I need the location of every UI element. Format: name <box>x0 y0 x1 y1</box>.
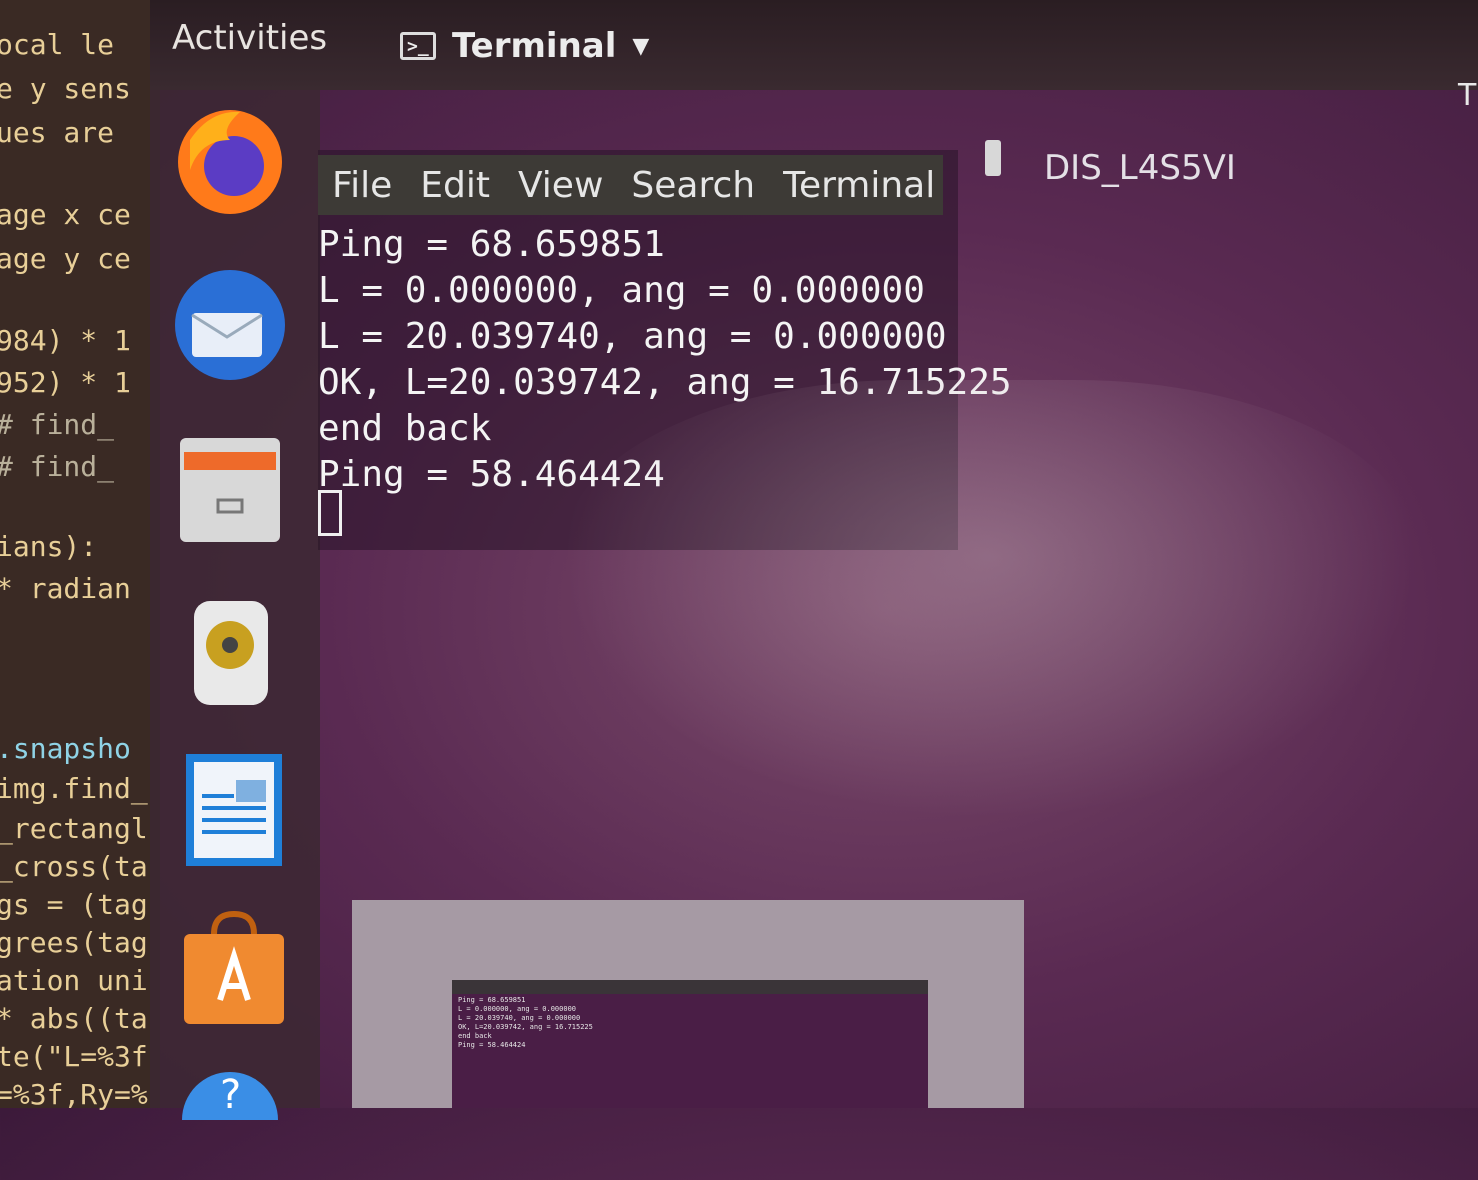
screen-reflection <box>560 380 1420 820</box>
top-bar <box>150 0 1478 90</box>
terminal-line: L = 20.039740, ang = 0.000000 <box>318 316 947 357</box>
code-editor-background: ocal le e y sens ues are age x ce age y ce 98… <box>0 0 160 1111</box>
terminal-menubar: File Edit View Search Terminal <box>318 155 943 215</box>
code-line: gs = (tag <box>0 888 148 921</box>
libreoffice-writer-icon[interactable] <box>170 750 290 870</box>
code-line: img.find_ <box>0 772 148 805</box>
code-line: =%3f,Ry=% <box>0 1078 148 1111</box>
thumbnail-text: Ping = 68.659851 L = 0.000000, ang = 0.0… <box>458 996 593 1049</box>
code-line: 984) * 1 <box>0 324 131 357</box>
rhythmbox-icon[interactable] <box>170 595 290 715</box>
menu-view[interactable]: View <box>504 165 617 206</box>
svg-text:?: ? <box>220 1072 241 1118</box>
code-line: age x ce <box>0 198 131 231</box>
code-line: e y sens <box>0 72 131 105</box>
code-line: .snapsho <box>0 732 131 765</box>
code-line: _cross(ta <box>0 850 148 883</box>
code-line: * abs((ta <box>0 1002 148 1035</box>
code-line: ians): <box>0 530 98 563</box>
terminal-thumbnail: Ping = 68.659851 L = 0.000000, ang = 0.0… <box>452 980 928 1108</box>
right-edge-label: T <box>1458 78 1477 113</box>
menu-terminal[interactable]: Terminal <box>769 165 949 206</box>
software-center-icon[interactable] <box>170 910 290 1030</box>
code-line: _rectangl <box>0 812 148 845</box>
files-icon[interactable] <box>170 430 290 550</box>
device-label[interactable]: DIS_L4S5VI <box>1044 148 1236 188</box>
terminal-line: L = 0.000000, ang = 0.000000 <box>318 270 925 311</box>
terminal-line: Ping = 68.659851 <box>318 224 665 265</box>
window-preview[interactable]: Ping = 68.659851 L = 0.000000, ang = 0.0… <box>352 900 1024 1108</box>
chevron-down-icon: ▼ <box>632 33 650 59</box>
activities-button[interactable]: Activities <box>172 18 327 58</box>
firefox-icon[interactable] <box>170 100 290 220</box>
menu-file[interactable]: File <box>318 165 406 206</box>
terminal-app-menu[interactable]: >_ Terminal ▼ <box>400 26 649 66</box>
terminal-icon: >_ <box>400 32 436 60</box>
thunderbird-icon[interactable] <box>170 265 290 385</box>
code-line: 952) * 1 <box>0 366 131 399</box>
code-line: # find_ <box>0 450 115 483</box>
code-line: grees(tag <box>0 926 148 959</box>
thumbnail-titlebar <box>452 980 928 994</box>
dock: ? <box>150 90 320 1168</box>
help-icon[interactable]: ? <box>170 1060 290 1180</box>
code-line: * radian <box>0 572 131 605</box>
terminal-cursor <box>318 490 342 536</box>
menu-search[interactable]: Search <box>617 165 769 206</box>
code-line: # find_ <box>0 408 115 441</box>
code-line: age y ce <box>0 242 131 275</box>
code-line: ues are <box>0 116 115 149</box>
code-line: te("L=%3f <box>0 1040 148 1073</box>
code-line: ocal le <box>0 28 115 61</box>
app-name-label: Terminal <box>452 26 617 66</box>
menu-edit[interactable]: Edit <box>406 165 504 206</box>
code-line: ation uni <box>0 964 148 997</box>
usb-drive-icon[interactable] <box>985 140 1001 176</box>
